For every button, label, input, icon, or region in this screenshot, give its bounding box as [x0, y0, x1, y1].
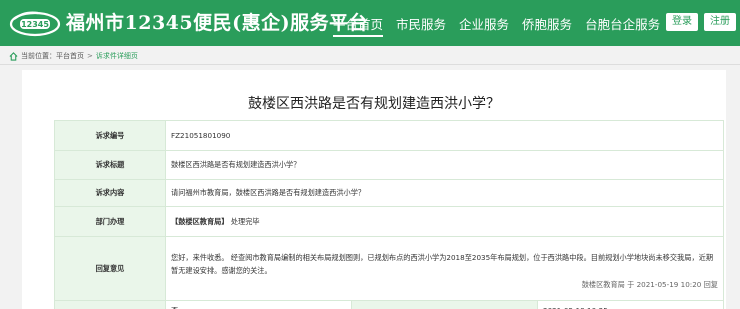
breadcrumb: 当前位置： 平台首页 > 诉求件详细页 [9, 51, 138, 61]
page-title: 鼓楼区西洪路是否有规划建造西洪小学？ [248, 96, 500, 112]
register-button[interactable]: 注册 [704, 13, 736, 31]
number-label: 诉求编号 [54, 120, 166, 151]
dept-label: 部门办理 [54, 206, 166, 237]
svg-text:12345: 12345 [21, 20, 49, 29]
content-label: 诉求内容 [54, 179, 166, 207]
table-row: 诉求编号 FZ21051801090 [54, 120, 724, 151]
site-header: 12345 福州市12345便民(惠企)服务平台 平台首页 市民服务 企业服务 … [0, 0, 740, 46]
partial-label [54, 300, 166, 309]
breadcrumb-separator: > [87, 52, 93, 60]
main-nav: 平台首页 市民服务 企业服务 侨胞服务 台胞台企服务 [333, 14, 673, 37]
table-row: 部门办理 【鼓楼区教育局】 处理完毕 [54, 206, 724, 237]
reply-label: 回复意见 [54, 236, 166, 301]
dept-name: 【鼓楼区教育局】 [171, 216, 229, 226]
partial-right-value: 2021-05-19 10:25 [537, 300, 724, 309]
breadcrumb-divider [0, 64, 740, 65]
subject-label: 诉求标题 [54, 150, 166, 180]
breadcrumb-prefix: 当前位置： [21, 52, 56, 60]
dept-value: 【鼓楼区教育局】 处理完毕 [165, 206, 724, 237]
breadcrumb-home[interactable]: 平台首页 [56, 51, 84, 61]
nav-enterprise-service[interactable]: 企业服务 [459, 14, 509, 37]
partial-mid-label [351, 300, 538, 309]
login-button[interactable]: 登录 [666, 13, 698, 31]
table-row: 否 2021-05-19 10:25 [54, 300, 724, 309]
subject-value: 鼓楼区西洪路是否有规划建造西洪小学？ [165, 150, 724, 180]
reply-text: 您好，来件收悉。 经查阅市教育局编制的相关布局规划图则，已规划布点的西洪小学为2… [171, 253, 714, 275]
partial-left-value: 否 [165, 300, 352, 309]
reply-cell: 您好，来件收悉。 经查阅市教育局编制的相关布局规划图则，已规划布点的西洪小学为2… [165, 236, 724, 301]
home-icon [9, 51, 18, 61]
content-value: 请问福州市教育局，鼓楼区西洪路是否有规划建造西洪小学？ [165, 179, 724, 207]
nav-citizen-service[interactable]: 市民服务 [396, 14, 446, 37]
table-row: 回复意见 您好，来件收悉。 经查阅市教育局编制的相关布局规划图则，已规划布点的西… [54, 236, 724, 301]
table-row: 诉求内容 请问福州市教育局，鼓楼区西洪路是否有规划建造西洪小学？ [54, 179, 724, 207]
nav-home[interactable]: 平台首页 [333, 14, 384, 37]
logo-icon: 12345 [9, 11, 61, 37]
reply-meta: 鼓楼区教育局 于 2021-05-19 10:20 回复 [581, 280, 718, 289]
site-title[interactable]: 福州市12345便民(惠企)服务平台 [66, 8, 368, 35]
number-value: FZ21051801090 [165, 120, 724, 151]
dept-status: 处理完毕 [230, 216, 260, 226]
nav-taiwan-service[interactable]: 台胞台企服务 [585, 14, 660, 37]
table-row: 诉求标题 鼓楼区西洪路是否有规划建造西洪小学？ [54, 150, 724, 180]
content-panel: 鼓楼区西洪路是否有规划建造西洪小学？ 诉求编号 FZ21051801090 诉求… [22, 70, 726, 309]
nav-overseas-service[interactable]: 侨胞服务 [522, 14, 572, 37]
breadcrumb-current: 诉求件详细页 [95, 52, 138, 60]
detail-table: 诉求编号 FZ21051801090 诉求标题 鼓楼区西洪路是否有规划建造西洪小… [54, 120, 724, 309]
